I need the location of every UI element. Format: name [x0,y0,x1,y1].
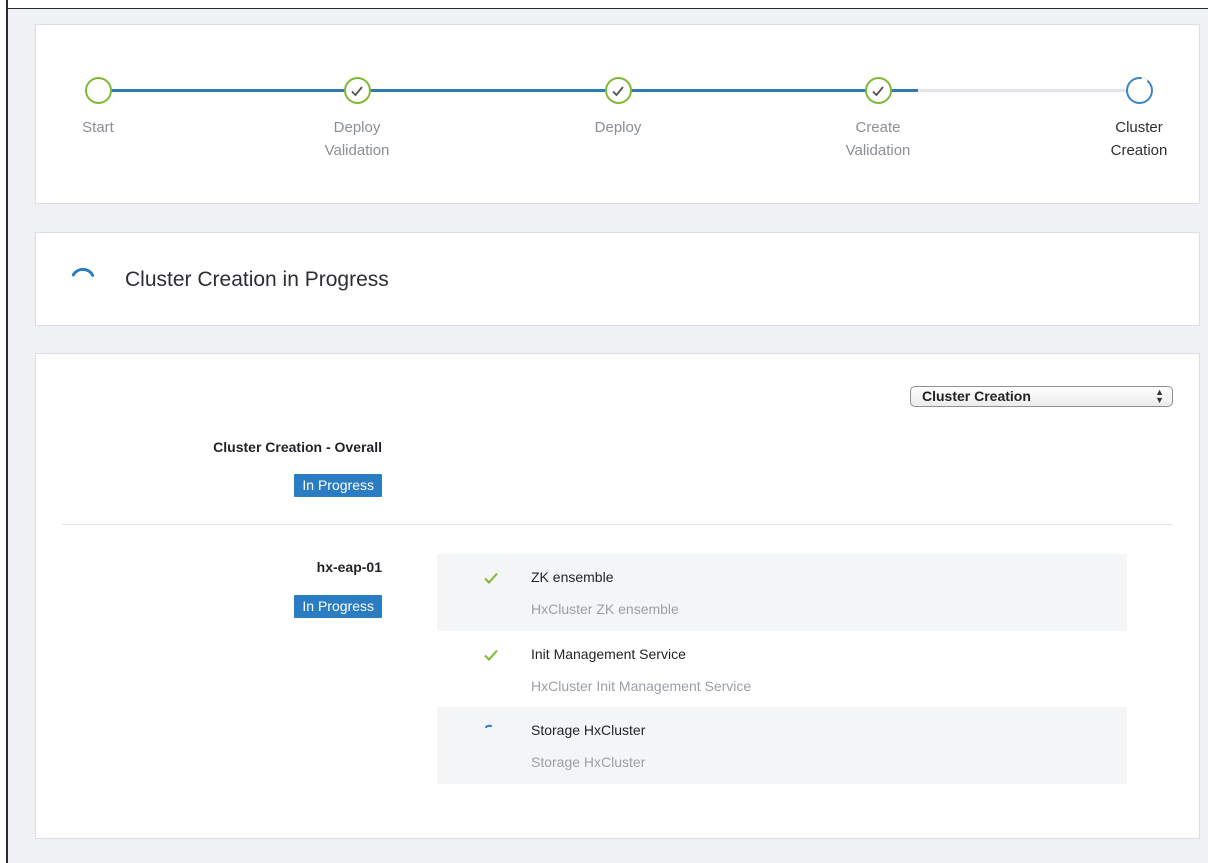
wizard-step-cluster-creation: Cluster Creation [1049,77,1208,162]
check-icon [484,572,498,584]
wizard-step-deploy-validation: Deploy Validation [267,77,447,162]
progress-details-card: Cluster Creation ▲ ▼ Cluster Creation - O… [35,353,1200,839]
task-description: HxCluster ZK ensemble [531,601,679,617]
task-row: ZK ensemble HxCluster ZK ensemble [437,554,1127,631]
section-divider [62,524,1173,525]
step-pending-circle-icon [84,77,112,104]
select-arrows-icon: ▲ ▼ [1155,387,1164,405]
loading-spinner-icon [71,267,95,277]
stage-select-value: Cluster Creation [922,388,1031,404]
task-description: Storage HxCluster [531,754,646,770]
node-status-badge: In Progress [294,595,382,618]
wizard-progress-card: Start Deploy Validation Deploy Create Va… [35,24,1200,204]
wizard-step-start: Start [8,77,188,139]
in-progress-spinner-icon [485,724,492,728]
task-row: Init Management Service HxCluster Init M… [437,631,1127,708]
task-name: Init Management Service [531,646,686,662]
status-title: Cluster Creation in Progress [125,268,389,291]
wizard-step-label: Deploy Validation [324,119,390,159]
wizard-step-create-validation: Create Validation [788,77,968,162]
overall-title: Cluster Creation - Overall [213,439,382,455]
wizard-step-label: Start [82,119,114,136]
wizard-step-label: Cluster Creation [1110,119,1168,159]
step-current-circle-icon [1125,77,1153,104]
task-row: Storage HxCluster Storage HxCluster [437,707,1127,784]
status-card: Cluster Creation in Progress [35,232,1200,326]
task-name: ZK ensemble [531,569,614,585]
step-check-icon [864,77,892,104]
task-name: Storage HxCluster [531,722,646,738]
wizard-step-label: Create Validation [845,119,911,159]
overall-status-badge: In Progress [294,474,382,497]
step-check-icon [604,77,632,104]
step-check-icon [343,77,371,104]
wizard-step-label: Deploy [594,119,642,136]
check-icon [484,649,498,661]
window-frame-top [0,0,1208,9]
window-frame-left [0,0,8,863]
node-name: hx-eap-01 [316,559,382,575]
wizard-step-deploy: Deploy [528,77,708,139]
stage-select[interactable]: Cluster Creation ▲ ▼ [910,386,1173,407]
task-description: HxCluster Init Management Service [531,678,752,694]
